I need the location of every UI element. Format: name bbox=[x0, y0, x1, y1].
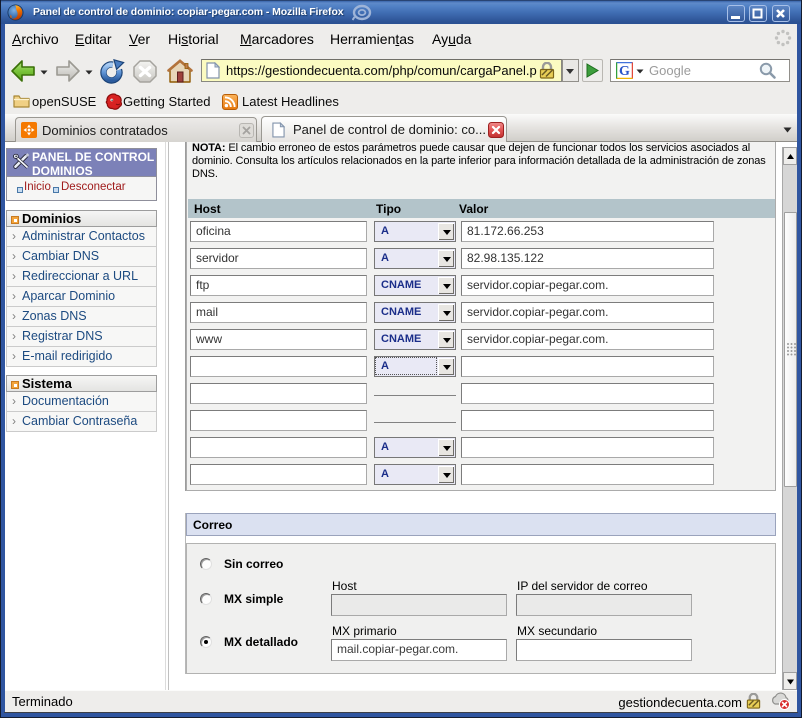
svg-text:G: G bbox=[619, 64, 630, 79]
